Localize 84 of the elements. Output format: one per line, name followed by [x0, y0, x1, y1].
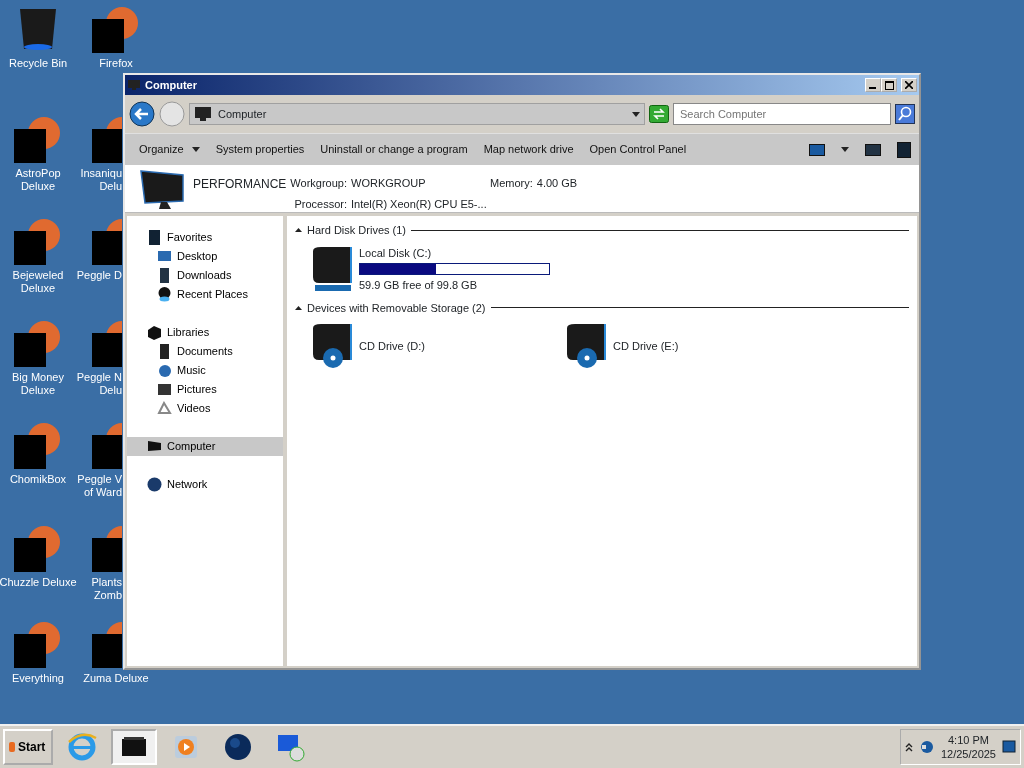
app-icon[interactable]: [14, 524, 62, 572]
back-icon[interactable]: [129, 101, 155, 127]
clock-date[interactable]: 12/25/2025: [940, 747, 996, 761]
taskbar-button[interactable]: [111, 729, 157, 765]
nav-item[interactable]: Music: [127, 361, 283, 380]
computer-name: PERFORMANCE: [193, 176, 287, 193]
computer-icon: [127, 79, 141, 91]
app-icon[interactable]: [14, 319, 62, 367]
field-value: Intel(R) Xeon(R) CPU E5-...: [351, 197, 488, 212]
icon-label: Insaniqu Delu: [80, 167, 122, 193]
collapse-icon[interactable]: [295, 228, 302, 233]
nav-item[interactable]: Computer: [127, 437, 283, 456]
field-label: Processor:: [293, 197, 347, 212]
icon-label: Everything: [12, 672, 64, 685]
caret-icon: [191, 147, 200, 152]
clock-time[interactable]: 4:10 PM: [940, 733, 996, 747]
desktop-icon: [157, 249, 172, 264]
section-header: Devices with Removable Storage (2): [307, 300, 486, 316]
app-icon[interactable]: [14, 421, 62, 469]
nav-item[interactable]: Favorites: [127, 228, 283, 247]
toolbar-button[interactable]: Organize: [133, 139, 206, 160]
nav-item[interactable]: Documents: [127, 342, 283, 361]
icon-label: ChomikBox: [9, 473, 67, 486]
close-icon: [905, 81, 913, 89]
computer-icon: [147, 439, 162, 454]
window-title: Computer: [145, 77, 197, 93]
icon-label: Peggle V of Ward: [77, 473, 122, 499]
remote-desktop-icon: [275, 732, 305, 762]
icon-label: Plants Zomb: [91, 576, 122, 602]
toolbar-button[interactable]: Open Control Panel: [583, 139, 693, 160]
nav-item[interactable]: Downloads: [127, 266, 283, 285]
app-icon[interactable]: [14, 217, 62, 265]
windows-logo-icon: [8, 741, 16, 753]
icon-label: Firefox: [99, 57, 133, 70]
nav-item[interactable]: Libraries: [127, 323, 283, 342]
pictures-icon: [157, 382, 172, 397]
minimize-button[interactable]: [865, 78, 881, 92]
recent-places-icon: [157, 287, 172, 302]
icon-label: AstroPop Deluxe: [15, 167, 61, 193]
icon-label: Recycle Bin: [8, 57, 68, 70]
start-button[interactable]: Start: [3, 729, 53, 765]
drive-name[interactable]: CD Drive (E:): [613, 337, 679, 355]
collapse-icon[interactable]: [295, 305, 302, 310]
nav-item[interactable]: Pictures: [127, 380, 283, 399]
nav-item[interactable]: Videos: [127, 399, 283, 418]
app-icon[interactable]: [92, 5, 140, 53]
field-label: Memory:: [490, 176, 533, 191]
app-icon[interactable]: [14, 620, 62, 668]
browser-icon: [67, 732, 97, 762]
dropdown-icon[interactable]: [841, 147, 849, 152]
field-label: Workgroup:: [290, 176, 347, 191]
show-desktop-icon[interactable]: [1002, 740, 1016, 754]
nav-item[interactable]: Network: [127, 475, 283, 494]
nav-item[interactable]: Desktop: [127, 247, 283, 266]
section-header: Hard Disk Drives (1): [307, 223, 406, 238]
toolbar-button[interactable]: Map network drive: [477, 139, 580, 160]
icon-label: Zuma Deluxe: [83, 672, 149, 685]
globe-icon: [223, 732, 253, 762]
nav-item[interactable]: Recent Places: [127, 285, 283, 304]
field-value: WORKGROUP: [351, 176, 427, 191]
icon-label: Peggle D: [76, 269, 122, 282]
icon-label: Big Money Deluxe: [12, 371, 64, 397]
drive-name[interactable]: Local Disk (C:): [359, 244, 550, 261]
refresh-icon[interactable]: [649, 105, 669, 123]
search-icon[interactable]: [895, 104, 915, 124]
drive-name[interactable]: CD Drive (D:): [359, 337, 425, 355]
field-value: 4.00 GB: [536, 176, 578, 191]
icon-label: Peggle N Delu: [76, 371, 122, 397]
address-field[interactable]: Computer: [189, 103, 645, 125]
dropdown-icon[interactable]: [632, 111, 640, 117]
maximize-icon: [884, 80, 894, 90]
view-icon[interactable]: [809, 143, 825, 156]
icon-label: Bejeweled Deluxe: [12, 269, 64, 295]
address-text: Computer: [218, 106, 267, 122]
computer-icon: [194, 106, 212, 122]
icon-label: Chuzzle Deluxe: [0, 576, 77, 589]
app-icon[interactable]: [14, 115, 62, 163]
close-button[interactable]: [901, 78, 917, 92]
free-space-text: 59.9 GB free of 99.8 GB: [359, 278, 478, 293]
search-field[interactable]: Search Computer: [673, 103, 891, 125]
toolbar-button[interactable]: System properties: [209, 139, 311, 160]
expand-tray-icon[interactable]: [904, 742, 913, 752]
toolbar-button[interactable]: Uninstall or change a program: [314, 139, 474, 160]
maximize-button[interactable]: [881, 78, 897, 92]
